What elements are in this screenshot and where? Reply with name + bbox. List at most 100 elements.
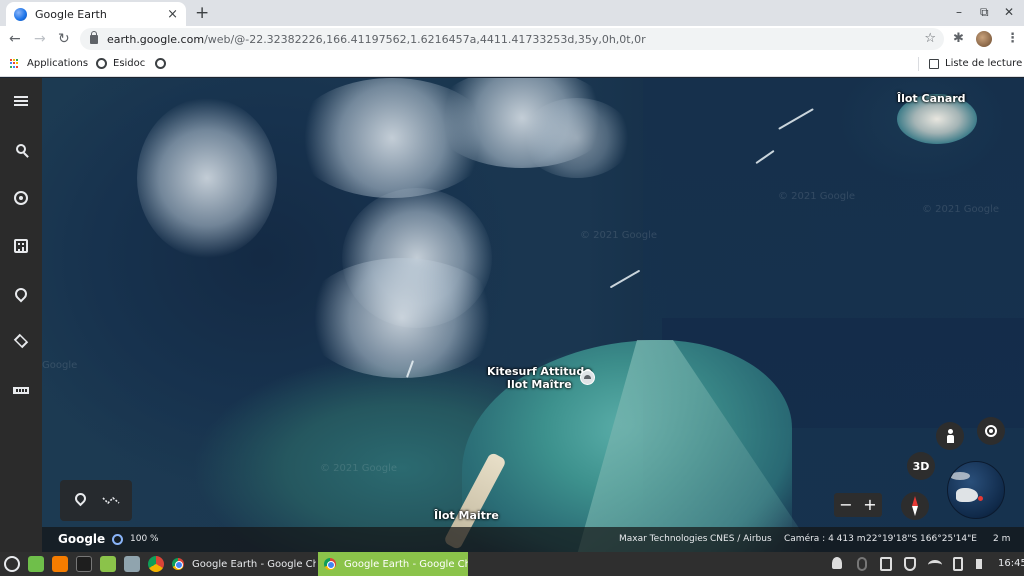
street-view-button[interactable] (936, 422, 964, 450)
globe-icon (96, 58, 107, 69)
layers-icon (13, 333, 29, 349)
satellite-map[interactable]: © 2021 Google © 2021 Google © 2021 Googl… (42, 78, 1024, 552)
lock-icon (90, 30, 98, 44)
terminal-icon[interactable] (76, 556, 92, 572)
forward-button[interactable]: → (34, 30, 46, 48)
imagery-credit[interactable]: CNES / Airbus (710, 534, 772, 544)
extensions-icon[interactable]: ✱ (953, 31, 964, 46)
imagery-watermark: © 2021 Google (320, 463, 398, 474)
bluetooth-icon[interactable] (857, 557, 867, 571)
bookmark-label: Esidoc (113, 58, 146, 69)
boat-wake (609, 269, 641, 289)
measure-button[interactable] (11, 380, 31, 400)
loading-percent: 100 % (130, 534, 159, 544)
monitor-icon[interactable] (124, 556, 140, 572)
reading-list-icon (929, 58, 939, 69)
tab-google-earth[interactable]: Google Earth × (6, 2, 186, 26)
back-button[interactable]: ← (9, 30, 21, 48)
profile-avatar[interactable] (976, 31, 992, 47)
feeling-lucky-button[interactable] (11, 236, 31, 256)
place-label-ilot-maitre[interactable]: Îlot Maitre (434, 509, 499, 522)
loading-indicator-icon (112, 534, 123, 545)
battery-icon[interactable] (953, 557, 963, 571)
bookmark-star-icon[interactable]: ☆ (924, 31, 936, 46)
clipboard-icon[interactable] (880, 557, 892, 571)
map-style-button[interactable] (11, 331, 31, 351)
bookmarks-bar: Applications Esidoc Liste de lecture (0, 52, 1024, 77)
browser-window: Google Earth × + – ⧉ ✕ ← → ↻ earth.googl… (0, 0, 1024, 552)
cloud (137, 98, 277, 258)
search-button[interactable] (11, 139, 31, 159)
shield-icon[interactable] (904, 557, 916, 571)
australia-landmass (956, 488, 978, 502)
address-bar[interactable]: earth.google.com/web/@-22.32382226,166.4… (80, 28, 944, 50)
close-window-button[interactable]: ✕ (1004, 5, 1014, 19)
place-label-line: Kitesurf Attitude (487, 365, 592, 378)
asia-landmass (950, 472, 970, 480)
divider (918, 57, 919, 71)
reload-button[interactable]: ↻ (58, 30, 70, 48)
camera-altitude: Caméra : 4 413 m (784, 534, 866, 544)
place-label-line: Ilot Maître (506, 378, 572, 391)
firefox-icon[interactable] (52, 556, 68, 572)
browser-toolbar: ← → ↻ earth.google.com/web/@-22.32382226… (0, 26, 1024, 52)
hamburger-icon (14, 96, 28, 106)
os-taskbar: Google Earth - Google Chr... Google Eart… (0, 552, 1024, 576)
imagery-watermark: © 2021 Google (778, 191, 856, 202)
globe-icon (155, 58, 166, 69)
taskbar-window-2-active[interactable]: Google Earth - Google Chr... (318, 552, 468, 576)
zoom-in-button[interactable]: + (858, 493, 882, 517)
volume-icon[interactable] (976, 559, 988, 569)
system-clock[interactable]: 16:45 (998, 558, 1024, 569)
location-target-icon (985, 425, 997, 437)
projects-button[interactable] (11, 284, 31, 304)
files-icon[interactable] (100, 556, 116, 572)
compass-icon[interactable] (901, 492, 929, 520)
drawing-tools-panel (60, 480, 132, 521)
draw-path-icon[interactable] (102, 495, 120, 505)
imagery-watermark: © 2021 Google (922, 204, 1000, 215)
wifi-icon[interactable] (928, 560, 942, 570)
place-label-kitesurf[interactable]: Kitesurf Attitude Ilot Maître (487, 365, 592, 391)
bookmark-unnamed[interactable] (155, 58, 172, 69)
new-tab-button[interactable]: + (195, 4, 209, 22)
bookmark-applications[interactable]: Applications (10, 58, 88, 69)
place-pin-icon[interactable] (580, 370, 595, 385)
show-desktop-icon[interactable] (28, 556, 44, 572)
apps-grid-icon (10, 58, 20, 69)
cloud (522, 98, 632, 178)
add-placemark-icon[interactable] (72, 490, 89, 507)
browser-menu-icon[interactable]: ⋮ (1006, 31, 1019, 46)
restore-button[interactable]: ⧉ (980, 5, 989, 20)
reading-list-button[interactable]: Liste de lecture (929, 58, 1022, 69)
imagery-watermark: Google (42, 360, 78, 371)
place-label-ilot-canard[interactable]: Îlot Canard (897, 92, 966, 105)
google-earth-favicon-icon (14, 7, 27, 21)
ruler-icon (13, 386, 29, 394)
chrome-icon[interactable] (148, 556, 164, 572)
address-host: earth.google.com (107, 32, 205, 46)
pegman-icon (946, 429, 954, 443)
bookmark-label: Applications (27, 58, 89, 69)
imagery-credit[interactable]: Maxar Technologies (619, 534, 708, 544)
menu-button[interactable] (11, 91, 31, 111)
earth-viewport: © 2021 Google © 2021 Google © 2021 Googl… (0, 78, 1024, 552)
search-icon (16, 144, 26, 154)
my-location-button[interactable] (977, 417, 1005, 445)
scale-label: 2 m (993, 534, 1011, 544)
tab-close-icon[interactable]: × (167, 7, 178, 22)
minimize-button[interactable]: – (956, 5, 962, 19)
cloud (302, 258, 502, 378)
bookmark-esidoc[interactable]: Esidoc (96, 58, 145, 69)
notifications-icon[interactable] (832, 557, 842, 569)
toggle-3d-button[interactable]: 3D (907, 452, 935, 480)
earth-statusbar: Google 100 % Maxar Technologies CNES / A… (42, 527, 1024, 552)
reading-list-label: Liste de lecture (945, 58, 1023, 69)
ship-wheel-icon (14, 191, 28, 205)
voyager-button[interactable] (11, 188, 31, 208)
mini-globe[interactable] (947, 461, 1005, 519)
zoom-out-button[interactable]: − (834, 493, 858, 517)
dice-icon (14, 239, 28, 253)
taskbar-window-1[interactable]: Google Earth - Google Chr... (166, 552, 316, 576)
start-menu-icon[interactable] (4, 556, 20, 572)
